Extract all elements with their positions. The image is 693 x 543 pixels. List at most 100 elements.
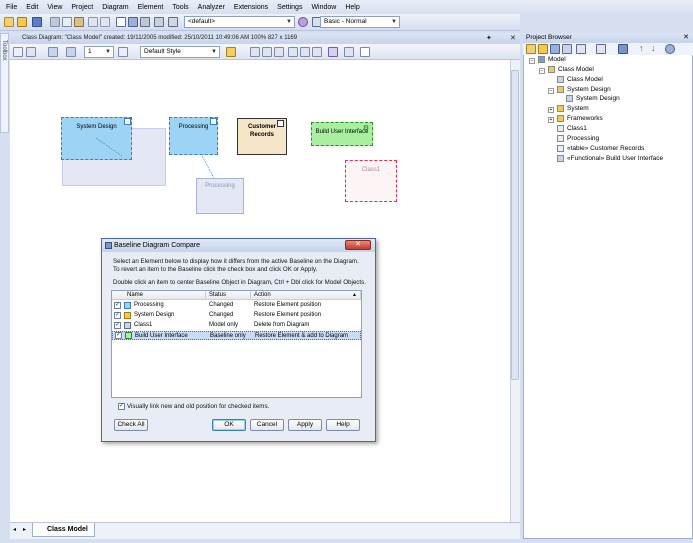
dialog-close-button[interactable]: ✕ <box>345 240 371 250</box>
font-icon[interactable] <box>13 47 23 57</box>
help-button[interactable]: Help <box>326 419 360 431</box>
fill-color-icon[interactable] <box>48 47 58 57</box>
expand-toggle[interactable]: + <box>548 107 554 113</box>
tree-item-frameworks[interactable]: Frameworks <box>557 115 603 122</box>
tree-item-customer-records[interactable]: «table» Customer Records <box>557 145 644 152</box>
documentation-icon[interactable] <box>618 44 628 54</box>
compare-list[interactable]: Name Status Action ▲ ✓ Processing Change… <box>111 290 362 398</box>
expand-toggle[interactable]: − <box>539 68 545 74</box>
open-icon[interactable] <box>17 17 27 27</box>
align-right-icon[interactable] <box>274 47 284 57</box>
menu-file[interactable]: File <box>6 4 17 11</box>
search-icon[interactable] <box>576 44 586 54</box>
new-package-icon[interactable] <box>526 44 536 54</box>
row-checkbox[interactable]: ✓ <box>114 302 121 309</box>
expand-toggle[interactable]: − <box>529 58 535 64</box>
align-left-icon[interactable] <box>250 47 260 57</box>
link-positions-checkbox[interactable]: ✓ <box>118 403 125 410</box>
row-checkbox[interactable]: ✓ <box>115 332 122 339</box>
menu-view[interactable]: View <box>47 4 62 11</box>
table-row[interactable]: ✓ Class1 Model only Delete from Diagram <box>112 321 361 330</box>
properties-icon[interactable] <box>154 17 164 27</box>
copy-icon[interactable] <box>62 17 72 27</box>
new-element-icon[interactable] <box>562 44 572 54</box>
check-all-button[interactable]: Check All <box>114 419 148 431</box>
move-up-icon[interactable]: ↑ <box>639 43 644 53</box>
move-down-icon[interactable]: ↓ <box>651 43 656 53</box>
style-apply-icon[interactable] <box>226 47 236 57</box>
menu-diagram[interactable]: Diagram <box>102 4 128 11</box>
find-icon[interactable] <box>116 17 126 27</box>
tree-item-class1[interactable]: Class1 <box>557 125 587 132</box>
menu-edit[interactable]: Edit <box>26 4 38 11</box>
search-icon[interactable] <box>168 17 178 27</box>
same-size-icon[interactable] <box>312 47 322 57</box>
tree-item-class-model-diagram[interactable]: Class Model <box>557 76 603 83</box>
style-select[interactable]: Default Style ▼ <box>140 46 220 58</box>
workspace-select[interactable]: Basic - Normal ▼ <box>320 16 400 28</box>
new-folder-icon[interactable] <box>538 44 548 54</box>
table-row[interactable]: ✓ Processing Changed Restore Element pos… <box>112 301 361 310</box>
sort-arrow-icon: ▲ <box>352 292 357 298</box>
cancel-button[interactable]: Cancel <box>250 419 284 431</box>
menu-analyzer[interactable]: Analyzer <box>198 4 225 11</box>
diagram-icon[interactable] <box>128 17 138 27</box>
row-checkbox[interactable]: ✓ <box>114 312 121 319</box>
format-painter-icon[interactable] <box>118 47 128 57</box>
tab-class-model[interactable]: Class Model <box>32 523 95 537</box>
table-row[interactable]: ✓ System Design Changed Restore Element … <box>112 311 361 320</box>
project-browser-toolbar: ↑ ↓ <box>523 43 693 55</box>
new-diagram-icon[interactable] <box>550 44 560 54</box>
table-row-selected[interactable]: ✓ Build User Interface Baseline only Res… <box>112 331 361 340</box>
paste-icon[interactable] <box>74 17 84 27</box>
ok-button[interactable]: OK <box>212 419 246 431</box>
column-header-name[interactable]: Name <box>112 291 206 300</box>
scrollbar-thumb[interactable] <box>511 70 519 380</box>
menu-project[interactable]: Project <box>71 4 93 11</box>
menu-help[interactable]: Help <box>345 4 359 11</box>
new-icon[interactable] <box>4 17 14 27</box>
tree-item-system-design-package[interactable]: System Design <box>557 86 611 93</box>
tree-item-class-model-package[interactable]: Class Model <box>548 66 594 73</box>
apply-button[interactable]: Apply <box>288 419 322 431</box>
close-icon[interactable]: ✕ <box>683 33 689 43</box>
align-bottom-icon[interactable] <box>300 47 310 57</box>
align-top-icon[interactable] <box>288 47 298 57</box>
scroll-left-icon[interactable]: ◂ <box>13 526 16 533</box>
pin-icon[interactable]: ✦ <box>486 33 492 44</box>
line-width-select[interactable]: 1 ▼ <box>84 46 114 58</box>
tree-item-system-design-diagram[interactable]: System Design <box>566 95 620 102</box>
toolbox-tab[interactable]: Toolbox <box>0 33 9 133</box>
undo-icon[interactable] <box>88 17 98 27</box>
tree-item-system[interactable]: System <box>557 105 589 112</box>
package-control-icon[interactable] <box>596 44 606 54</box>
menu-extensions[interactable]: Extensions <box>234 4 268 11</box>
save-icon[interactable] <box>32 17 42 27</box>
redo-icon[interactable] <box>100 17 110 27</box>
row-checkbox[interactable]: ✓ <box>114 322 121 329</box>
tree-item-build-user-interface[interactable]: «Functional» Build User Interface <box>557 155 663 162</box>
align-center-icon[interactable] <box>262 47 272 57</box>
zoom-icon[interactable] <box>344 47 354 57</box>
line-color-icon[interactable] <box>66 47 76 57</box>
font-color-icon[interactable] <box>26 47 36 57</box>
scroll-right-icon[interactable]: ▸ <box>23 526 26 533</box>
help-icon[interactable] <box>665 44 675 54</box>
menu-tools[interactable]: Tools <box>172 4 188 11</box>
expand-toggle[interactable]: + <box>548 117 554 123</box>
expand-toggle[interactable]: − <box>548 88 554 94</box>
cut-icon[interactable] <box>50 17 60 27</box>
menu-element[interactable]: Element <box>138 4 164 11</box>
menu-settings[interactable]: Settings <box>277 4 302 11</box>
cross-icon[interactable] <box>360 47 370 57</box>
menu-window[interactable]: Window <box>311 4 336 11</box>
column-header-action[interactable]: Action ▲ <box>251 291 361 300</box>
tree-item-processing[interactable]: Processing <box>557 135 599 142</box>
layout-icon[interactable] <box>328 47 338 57</box>
column-header-status[interactable]: Status <box>206 291 251 300</box>
perspective-select[interactable]: <default> ▼ <box>184 16 295 28</box>
close-icon[interactable]: ✕ <box>510 33 516 44</box>
globe-icon[interactable] <box>298 17 308 27</box>
print-icon[interactable] <box>140 17 150 27</box>
tree-item-model[interactable]: Model <box>538 56 566 63</box>
